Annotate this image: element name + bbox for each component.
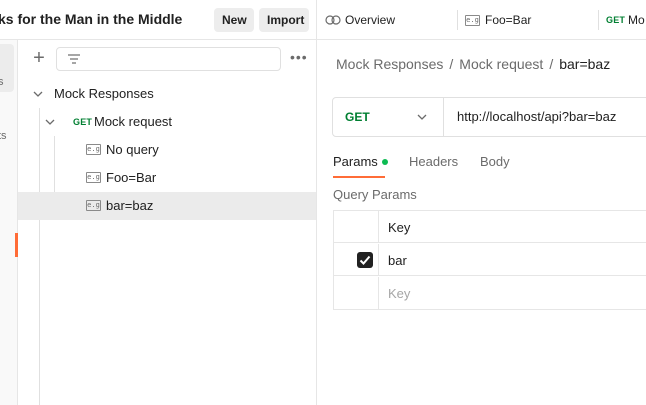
url-input[interactable]: http://localhost/api?bar=baz [457, 109, 616, 124]
tab-params[interactable]: Params [333, 154, 388, 169]
tree-item-example[interactable]: e.g No query [18, 136, 316, 164]
filter-input[interactable] [56, 47, 281, 71]
tree-item-collection[interactable]: Mock Responses [18, 80, 316, 108]
tab-headers[interactable]: Headers [409, 154, 458, 169]
breadcrumb-separator: / [449, 56, 454, 72]
table-row-empty: Key [334, 277, 646, 309]
tree-item-example[interactable]: e.g Foo=Bar [18, 164, 316, 192]
params-table: Key bar Key [333, 210, 646, 310]
collections-toolbar: + ••• [18, 40, 316, 80]
tree-item-request[interactable]: GET Mock request [18, 108, 316, 136]
chevron-down-icon [417, 114, 427, 120]
row-check-cell [334, 244, 379, 275]
row-checkbox[interactable] [357, 252, 373, 268]
url-bar: GET http://localhost/api?bar=baz [332, 97, 646, 137]
workspace-header: ks for the Man in the Middle New Import [0, 0, 316, 40]
breadcrumb: Mock Responses / Mock request / bar=baz [336, 56, 610, 72]
tab-separator [457, 10, 458, 30]
method-label: GET [345, 110, 370, 124]
collections-panel: + ••• Mock Responses GET Mock request e.… [18, 40, 316, 405]
tree-item-example-selected[interactable]: e.g bar=baz [18, 192, 316, 220]
table-header-row: Key [334, 211, 646, 243]
active-tab-underline [333, 176, 385, 178]
breadcrumb-item[interactable]: Mock request [459, 56, 543, 72]
example-icon: e.g [465, 15, 480, 26]
chevron-down-icon[interactable] [45, 117, 55, 127]
breadcrumb-current: bar=baz [559, 56, 611, 72]
filter-icon [68, 54, 80, 64]
overview-icon [325, 15, 341, 25]
breadcrumb-separator: / [549, 56, 554, 72]
example-icon: e.g [86, 200, 101, 211]
table-row: bar [334, 244, 646, 276]
tab-label: Overview [345, 13, 396, 27]
checkmark-icon [359, 255, 371, 265]
active-dot [381, 158, 388, 165]
tab-params-label: Params [333, 154, 378, 169]
add-icon[interactable]: + [30, 48, 48, 68]
rail-label-fragment: s [0, 76, 4, 88]
left-rail: s ts [0, 40, 18, 405]
tab-separator [598, 10, 599, 30]
example-icon: e.g [86, 172, 101, 183]
tab-label: Foo=Bar [485, 13, 532, 27]
tab-body[interactable]: Body [480, 154, 510, 169]
collection-name: Mock Responses [54, 86, 154, 101]
request-name: Mock request [94, 114, 173, 129]
workspace-title: ks for the Man in the Middle [0, 11, 183, 27]
method-badge: GET [73, 117, 93, 127]
method-badge: GET [606, 15, 626, 25]
param-key[interactable]: bar [388, 253, 407, 268]
method-select[interactable]: GET [333, 98, 444, 136]
param-key-placeholder[interactable]: Key [388, 286, 410, 301]
new-button[interactable]: New [214, 8, 254, 32]
rail-label-fragment: ts [0, 130, 7, 142]
tab-bar: Overview e.g Foo=Bar GET Mo [317, 0, 646, 40]
example-label: Foo=Bar [106, 170, 157, 185]
example-icon: e.g [86, 144, 101, 155]
row-check-cell [334, 277, 379, 309]
column-header-key: Key [388, 220, 411, 235]
example-label: bar=baz [106, 198, 154, 213]
breadcrumb-item[interactable]: Mock Responses [336, 56, 443, 72]
tab-label: Mo [628, 13, 645, 27]
example-label: No query [106, 142, 159, 157]
chevron-down-icon[interactable] [33, 89, 43, 99]
more-options-icon[interactable]: ••• [290, 49, 308, 65]
panel-divider[interactable] [316, 0, 317, 405]
import-button[interactable]: Import [259, 8, 309, 32]
query-params-title: Query Params [333, 187, 417, 202]
header-check-cell [334, 211, 379, 242]
